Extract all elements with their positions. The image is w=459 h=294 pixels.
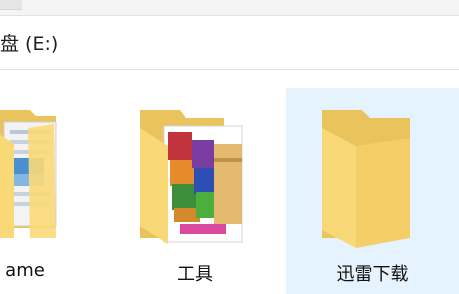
address-path: 盘 (E:) [0, 33, 59, 55]
folder-label: 工具 [177, 264, 213, 285]
folder-item-tools[interactable]: 工具 [120, 88, 270, 294]
file-list: ame 工具 迅雷下载 [0, 70, 459, 294]
winrar-folder-icon [140, 110, 243, 244]
folder-label: ame [5, 260, 45, 281]
folder-label: 迅雷下载 [336, 264, 409, 285]
address-bar[interactable]: 盘 (E:) [0, 16, 459, 70]
folder-item-ame[interactable]: ame [0, 88, 100, 294]
toolbar-button-edge[interactable] [0, 0, 22, 10]
folder-item-xunlei-downloads[interactable]: 迅雷下载 [286, 88, 459, 294]
folder-icon [322, 110, 410, 248]
toolbar-strip [0, 0, 459, 16]
document-folder-icon [0, 110, 57, 238]
